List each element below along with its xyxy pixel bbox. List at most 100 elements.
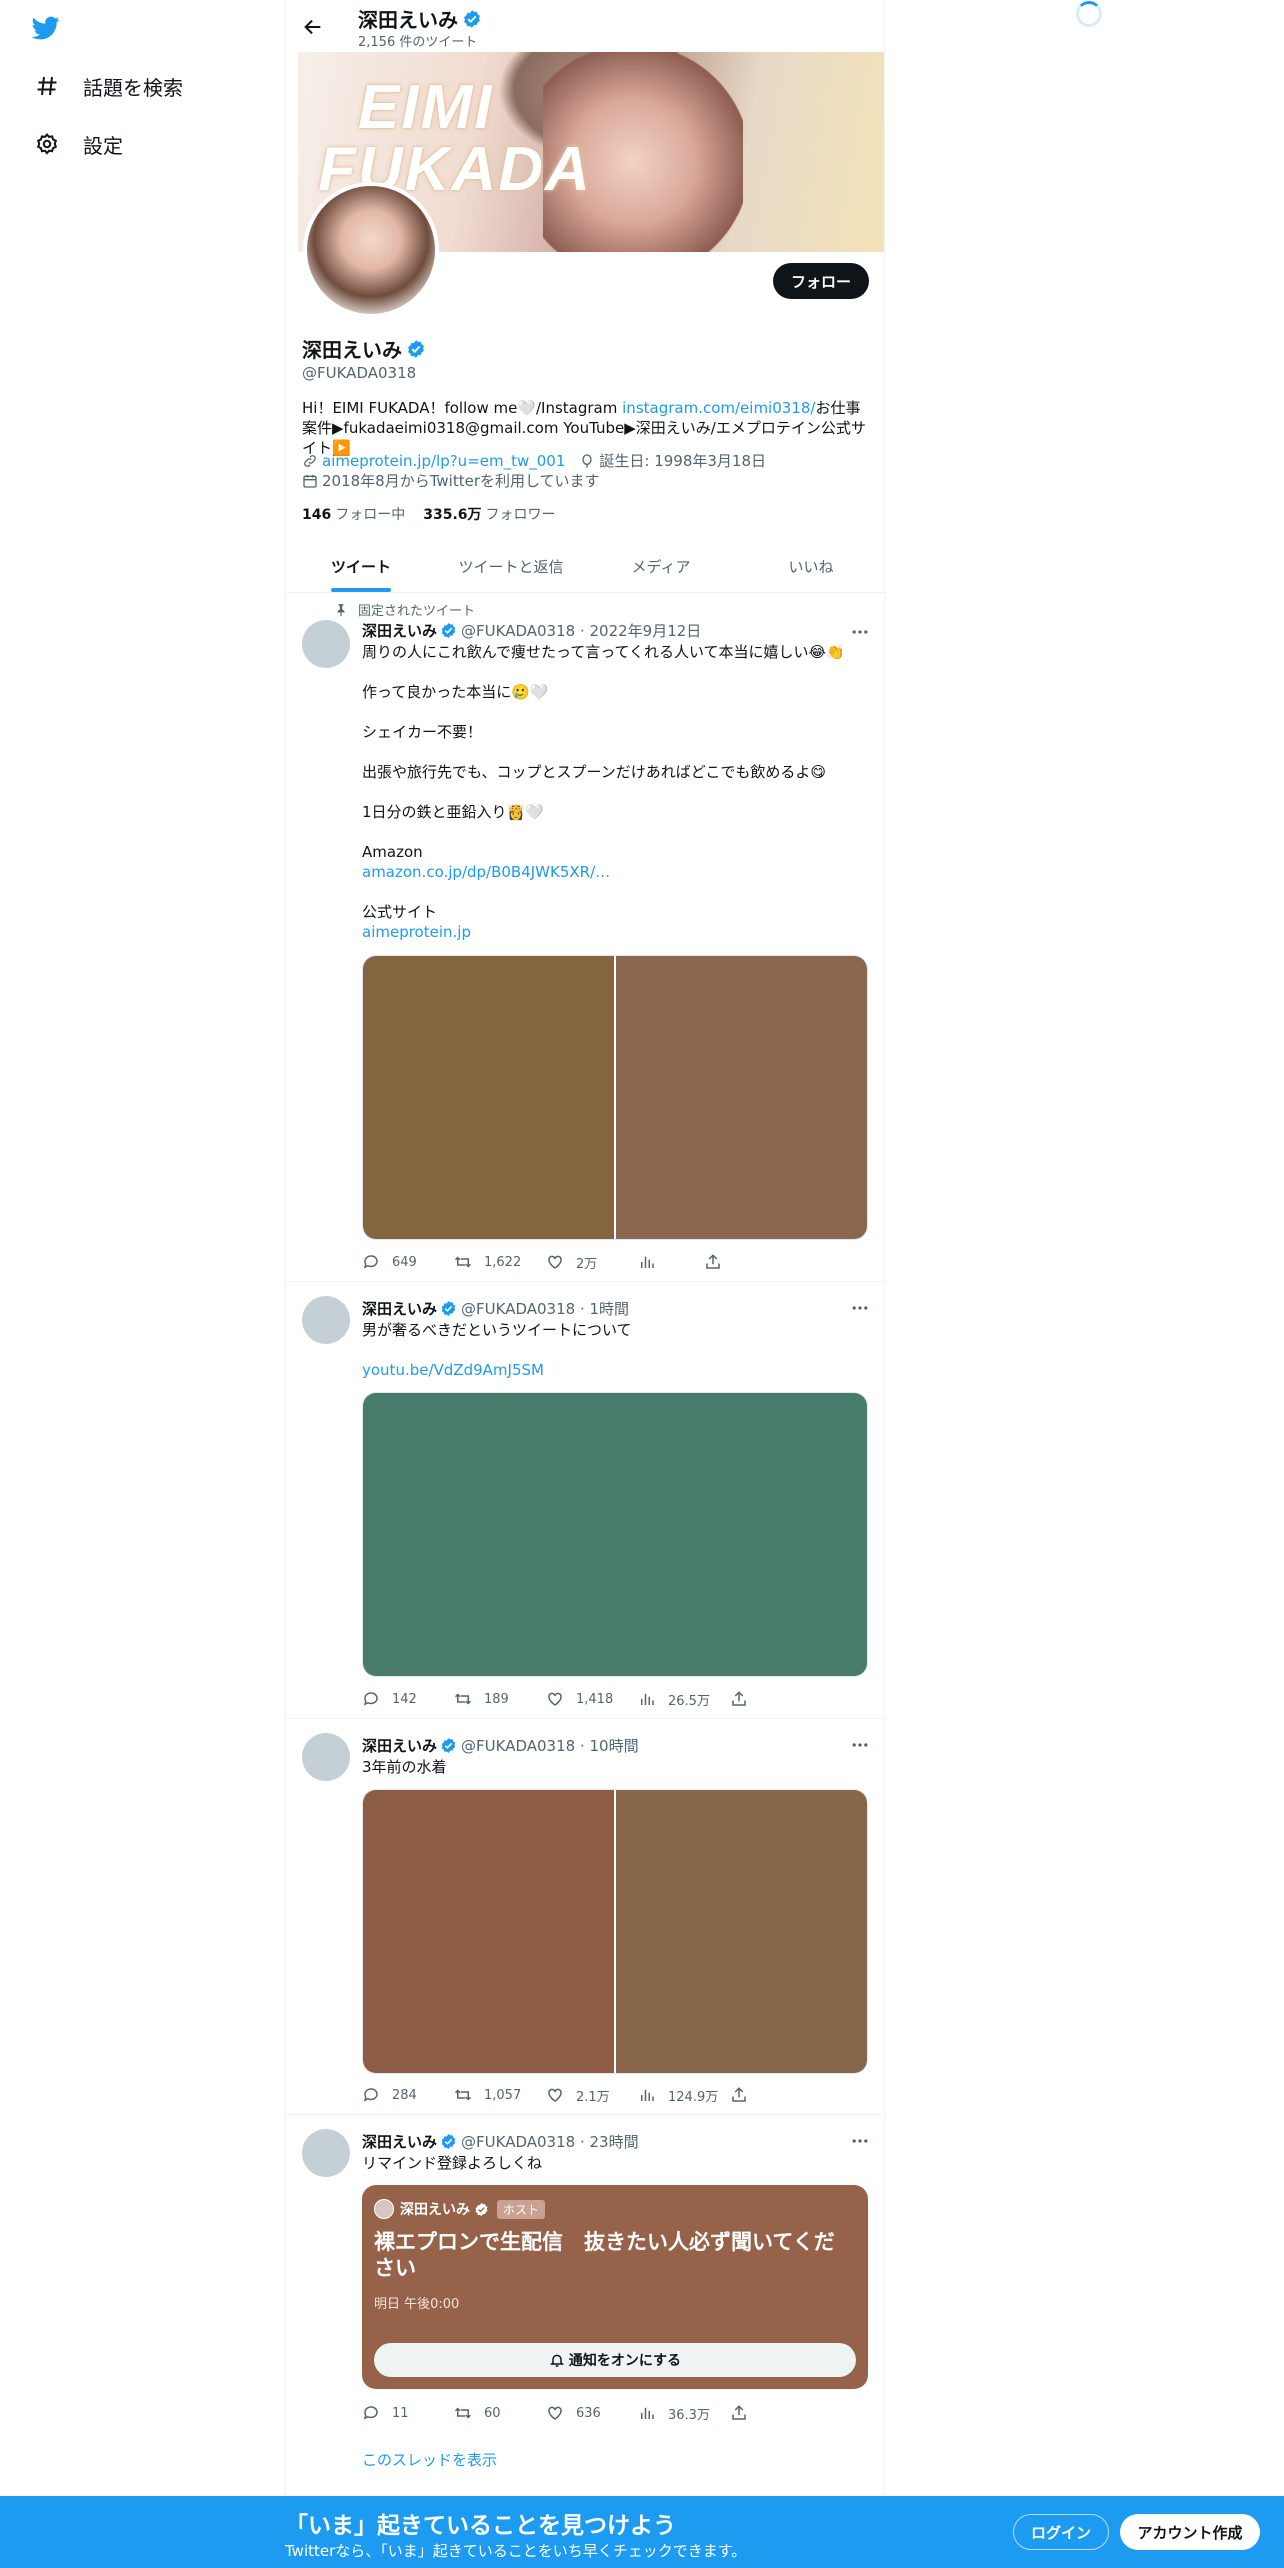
views-button[interactable]: 26.5万 [638, 1690, 730, 1709]
like-button[interactable]: 2.1万 [546, 2086, 638, 2105]
analytics-icon [641, 1693, 654, 1705]
more-options-icon[interactable] [850, 1735, 870, 1755]
following-stat[interactable]: 146 フォロー中 [302, 504, 405, 524]
tweet-photo[interactable] [616, 1790, 867, 2073]
space-title: 裸エプロンで生配信 抜きたい人必ず聞いてください [374, 2230, 835, 2280]
tab-tweets[interactable]: ツイート [286, 540, 436, 592]
tweet-photo[interactable] [363, 1393, 867, 1676]
views-button[interactable] [638, 1253, 704, 1271]
tweet-actions: 649 1,622 2万 [362, 1252, 792, 1272]
retweet-icon [454, 2089, 472, 2101]
following-label: フォロー中 [335, 507, 406, 523]
tab-label: いいね [788, 557, 834, 576]
reply-button[interactable]: 649 [362, 1253, 454, 1271]
bio-instagram-link[interactable]: instagram.com/eimi0318/ [622, 399, 815, 417]
tweet-author-name[interactable]: 深田えいみ [362, 1735, 437, 1756]
retweet-count: 60 [484, 2405, 501, 2421]
view-count: 124.9万 [668, 2089, 719, 2105]
tab-likes[interactable]: いいね [736, 540, 886, 592]
tweet-line: リマインド登録よろしくね [362, 2154, 543, 2172]
share-button[interactable] [730, 2404, 760, 2422]
more-options-icon[interactable] [850, 1298, 870, 1318]
tweet-author-name[interactable]: 深田えいみ [362, 620, 437, 641]
tweet-avatar[interactable] [302, 620, 350, 668]
tab-media[interactable]: メディア [586, 540, 736, 592]
tab-label: ツイート [330, 557, 391, 576]
retweet-button[interactable]: 1,057 [454, 2086, 546, 2104]
like-button[interactable]: 1,418 [546, 1690, 638, 1708]
back-arrow-icon[interactable] [302, 16, 324, 38]
tweet-media-grid[interactable] [362, 955, 868, 1240]
login-button[interactable]: ログイン [1013, 2514, 1109, 2550]
profile-avatar[interactable] [303, 182, 439, 318]
amazon-link[interactable]: amazon.co.jp/dp/B0B4JWK5XR/… [362, 862, 872, 882]
verified-badge-icon [441, 623, 456, 638]
followers-stat[interactable]: 335.6万 フォロワー [423, 504, 555, 524]
reply-icon [363, 2406, 378, 2420]
tweet-header: 深田えいみ @FUKADA0318 · 2022年9月12日 [362, 620, 701, 641]
profile-stats: 146 フォロー中 335.6万 フォロワー [302, 504, 556, 524]
views-button[interactable]: 36.3万 [638, 2404, 730, 2423]
tweet-author-name[interactable]: 深田えいみ [362, 2131, 437, 2152]
like-count: 2万 [576, 1256, 598, 1272]
show-thread-link[interactable]: このスレッドを表示 [362, 2449, 497, 2470]
reply-count: 142 [392, 1691, 417, 1707]
like-count: 2.1万 [576, 2089, 610, 2105]
more-options-icon[interactable] [850, 2131, 870, 2151]
tweet-photo[interactable] [616, 956, 867, 1239]
tweet-text: 3年前の水着 [362, 1757, 872, 1777]
tweet-text: 男が奢るべきだというツイートについて youtu.be/VdZd9AmJ5SM [362, 1320, 872, 1380]
tweet-avatar[interactable] [302, 1733, 350, 1781]
nav-item-explore[interactable]: 話題を検索 [33, 66, 183, 106]
tweet-line: Amazon [362, 843, 423, 861]
official-site-link[interactable]: aimeprotein.jp [362, 922, 872, 942]
retweet-button[interactable]: 189 [454, 1690, 546, 1708]
youtube-link[interactable]: youtu.be/VdZd9AmJ5SM [362, 1360, 872, 1380]
tweet-text: 周りの人にこれ飲んで痩せたって言ってくれる人いて本当に嬉しい😂👏 作って良かった… [362, 642, 872, 942]
reply-button[interactable]: 11 [362, 2404, 454, 2422]
profile-website-link[interactable]: aimeprotein.jp/lp?u=em_tw_001 [322, 452, 565, 470]
profile-meta-row: aimeprotein.jp/lp?u=em_tw_001 誕生日: 1998年… [302, 450, 766, 471]
tweet-author-name[interactable]: 深田えいみ [362, 1298, 437, 1319]
tweet-avatar[interactable] [302, 1296, 350, 1344]
retweet-icon [454, 1693, 472, 1705]
tweet-media-grid[interactable] [362, 1392, 868, 1677]
retweet-button[interactable]: 60 [454, 2404, 546, 2422]
retweet-icon [454, 1256, 472, 1268]
share-icon [732, 2087, 746, 2102]
tweet-line: シェイカー不要！ [362, 723, 483, 741]
tweet-line: 1日分の鉄と亜鉛入り👸🤍 [362, 803, 544, 821]
share-button[interactable] [730, 2086, 760, 2104]
tweet-article[interactable]: 深田えいみ @FUKADA0318 · 10時間 3年前の水着 284 1,05… [286, 1719, 886, 2115]
like-button[interactable]: 636 [546, 2404, 638, 2422]
like-button[interactable]: 2万 [546, 1253, 638, 1272]
views-button[interactable]: 124.9万 [638, 2086, 730, 2105]
reply-button[interactable]: 284 [362, 2086, 454, 2104]
tweet-article[interactable]: 固定されたツイート 深田えいみ @FUKADA0318 · 2022年9月12日… [286, 596, 886, 1282]
tweet-avatar[interactable] [302, 2129, 350, 2177]
tweet-count: 2,156 件のツイート [358, 35, 478, 50]
signup-button[interactable]: アカウント作成 [1120, 2514, 1260, 2550]
retweet-button[interactable]: 1,622 [454, 1253, 546, 1271]
tweet-media-grid[interactable] [362, 1789, 868, 2074]
follow-button[interactable]: フォロー [773, 263, 869, 299]
share-button[interactable] [730, 1690, 760, 1708]
nav-item-label: 設定 [83, 133, 123, 158]
twitter-logo-icon[interactable] [30, 14, 62, 42]
nav-item-settings[interactable]: 設定 [33, 124, 123, 164]
tweet-photo[interactable] [363, 1790, 614, 2073]
loading-spinner [1076, 1, 1102, 27]
more-options-icon[interactable] [850, 622, 870, 642]
tweet-article[interactable]: 深田えいみ @FUKADA0318 · 23時間 リマインド登録よろしくね 深田… [286, 2115, 886, 2496]
profile-bio: Hi！EIMI FUKADA！follow me🤍/Instagram inst… [302, 398, 872, 458]
analytics-icon [641, 2089, 654, 2101]
reply-button[interactable]: 142 [362, 1690, 454, 1708]
tweet-photo[interactable] [363, 956, 614, 1239]
tweet-article[interactable]: 深田えいみ @FUKADA0318 · 1時間 男が奢るべきだというツイートにつ… [286, 1282, 886, 1719]
profile-name-text: 深田えいみ [302, 338, 402, 362]
set-reminder-button[interactable]: 通知をオンにする [374, 2343, 856, 2377]
space-card[interactable]: 深田えいみ ホスト 裸エプロンで生配信 抜きたい人必ず聞いてください 明日 午後… [362, 2185, 868, 2389]
share-button[interactable] [704, 1253, 734, 1271]
tab-tweets-replies[interactable]: ツイートと返信 [436, 540, 586, 592]
heart-icon [548, 2406, 562, 2420]
